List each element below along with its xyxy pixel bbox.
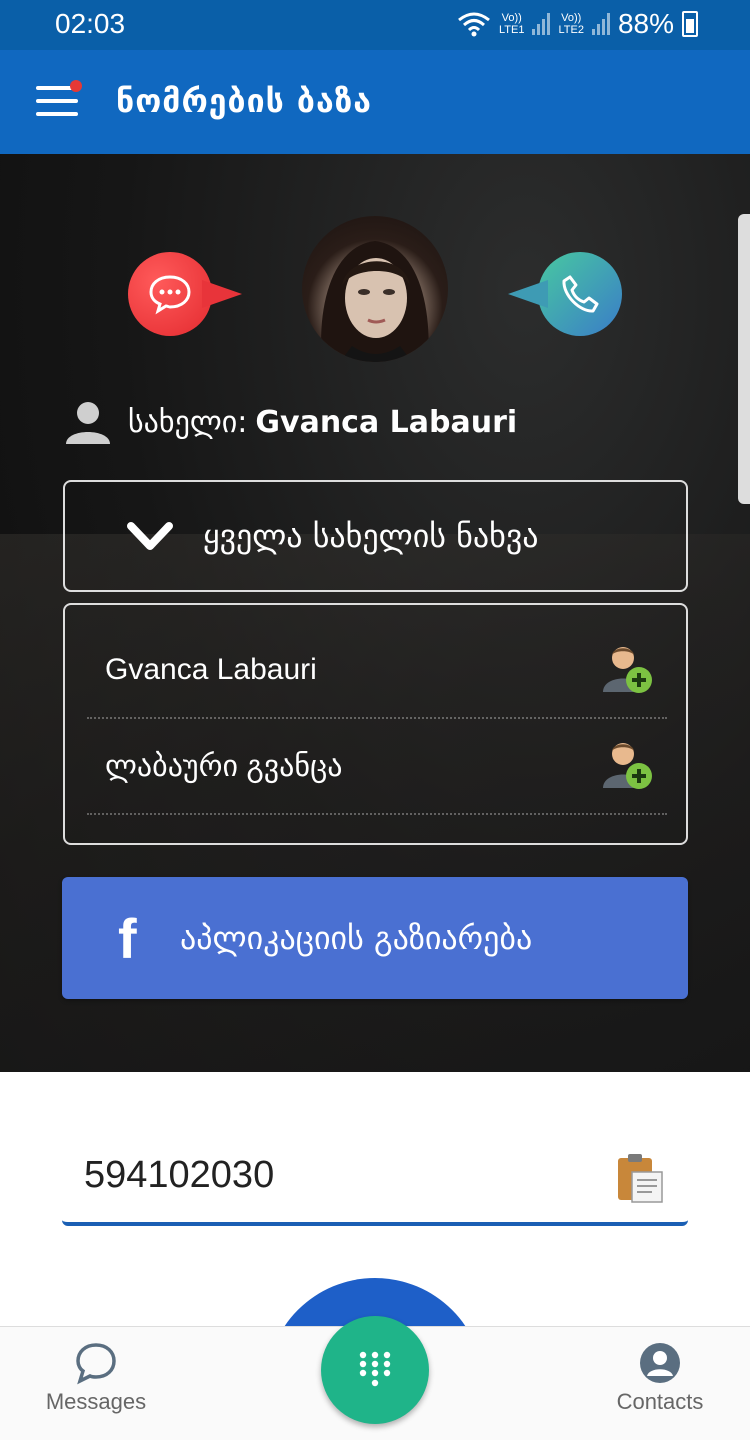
name-text: Gvanca Labauri: [105, 653, 317, 686]
sim2-label: Vo)) LTE2: [558, 12, 584, 36]
name-row: სახელი: Gvanca Labauri: [64, 400, 517, 444]
dialpad-button[interactable]: [321, 1316, 429, 1424]
names-list: Gvanca Labauri ლაბაური გვანცა: [63, 603, 688, 845]
name-label: სახელი:: [128, 404, 248, 440]
clipboard-icon[interactable]: [616, 1152, 664, 1204]
message-button[interactable]: [128, 252, 242, 336]
list-item: Gvanca Labauri: [87, 623, 667, 719]
call-button[interactable]: [508, 252, 622, 336]
message-icon: [76, 1343, 116, 1385]
status-time: 02:03: [55, 8, 126, 39]
sim1-label: Vo)) LTE1: [498, 12, 525, 36]
battery-icon: [682, 11, 698, 37]
name-value: Gvanca Labauri: [255, 404, 518, 440]
show-all-names-label: ყველა სახელის ნახვა: [203, 517, 539, 555]
status-icons: Vo)) LTE1 Vo)) LTE2 88%: [457, 8, 698, 40]
hamburger-icon[interactable]: [36, 80, 82, 118]
notification-dot: [70, 80, 82, 92]
show-all-names-button[interactable]: ყველა სახელის ნახვა: [63, 480, 688, 592]
nav-messages-label: Messages: [45, 1389, 147, 1414]
page-title: ნომრების ბაზა: [116, 82, 373, 120]
list-item: ლაბაური გვანცა: [87, 719, 667, 815]
add-contact-icon[interactable]: [603, 740, 655, 792]
chevron-down-icon: [127, 522, 173, 550]
share-app-label: აპლიკაციის გაზიარება: [180, 919, 533, 957]
nav-contacts[interactable]: Contacts: [580, 1341, 740, 1415]
status-bar: 02:03 Vo)) LTE1 Vo)) LTE2 88%: [0, 0, 750, 50]
signal-bars-icon: [591, 13, 610, 35]
nav-messages[interactable]: Messages: [16, 1341, 176, 1415]
phone-icon: [562, 275, 599, 313]
wifi-icon: [458, 12, 490, 37]
dialpad-icon: [359, 1351, 391, 1387]
add-contact-icon[interactable]: [603, 644, 655, 696]
facebook-icon: f: [118, 906, 137, 970]
phone-number-input[interactable]: 594102030: [62, 1140, 688, 1226]
phone-number-value[interactable]: 594102030: [84, 1154, 274, 1197]
nav-contacts-label: Contacts: [616, 1389, 704, 1414]
share-app-button[interactable]: f აპლიკაციის გაზიარება: [62, 877, 688, 999]
name-text: ლაბაური გვანცა: [105, 749, 343, 783]
person-icon: [66, 402, 110, 444]
battery-percent: 88%: [617, 8, 674, 39]
contacts-icon: [640, 1343, 680, 1383]
signal-bars-icon: [532, 13, 551, 35]
profile-panel: სახელი: Gvanca Labauri ყველა სახელის ნახ…: [0, 154, 750, 1072]
chat-bubble-icon: [149, 275, 191, 315]
avatar: [302, 216, 448, 362]
app-bar: ნომრების ბაზა: [0, 50, 750, 154]
